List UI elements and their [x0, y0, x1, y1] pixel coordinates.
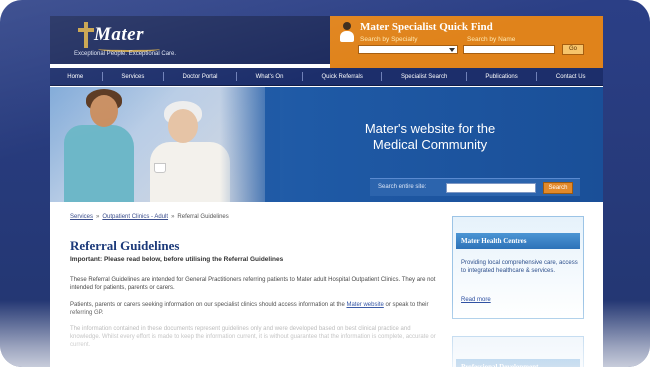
hero-headline: Mater's website for the Medical Communit…: [320, 121, 540, 153]
name-search-input[interactable]: [463, 45, 555, 54]
nav-services[interactable]: Services: [117, 74, 148, 80]
breadcrumb-outpatient-clinics[interactable]: Outpatient Clinics - Adult: [102, 214, 168, 220]
nav-divider: [536, 72, 538, 81]
important-notice: Important: Please read below, before uti…: [70, 256, 284, 263]
logo-name: Mater: [94, 24, 144, 45]
nav-divider: [465, 72, 467, 81]
nav-doctor-portal[interactable]: Doctor Portal: [178, 74, 221, 80]
page-title: Referral Guidelines: [70, 238, 180, 253]
breadcrumb-current: Referral Guidelines: [177, 214, 229, 220]
site-search-bar: Search entire site: Search: [370, 178, 580, 196]
hero-line-1: Mater's website for the: [364, 121, 496, 136]
specialty-label: Search by Specialty: [360, 36, 418, 43]
browser-page: Mater Exceptional People. Exceptional Ca…: [50, 16, 603, 367]
professional-development-heading[interactable]: Professional Development: [456, 359, 580, 367]
nav-home[interactable]: Home: [63, 74, 87, 80]
read-more-link[interactable]: Read more: [461, 297, 491, 303]
nav-specialist-search[interactable]: Specialist Search: [397, 74, 451, 80]
specialist-quick-find: Mater Specialist Quick Find Search by Sp…: [330, 16, 603, 68]
site-search-input[interactable]: [446, 183, 536, 193]
site-search-label: Search entire site:: [378, 184, 427, 190]
specialty-select[interactable]: [358, 45, 458, 54]
site-header: Mater Exceptional People. Exceptional Ca…: [50, 16, 603, 68]
cross-icon: [76, 22, 96, 48]
nav-divider: [162, 72, 164, 81]
nav-divider: [301, 72, 303, 81]
health-centres-panel: Mater Health Centres Providing local com…: [452, 216, 584, 319]
nav-publications[interactable]: Publications: [481, 74, 521, 80]
hero-line-2: Medical Community: [372, 137, 488, 152]
mater-logo[interactable]: Mater Exceptional People. Exceptional Ca…: [60, 20, 210, 60]
health-centres-heading[interactable]: Mater Health Centres: [456, 233, 580, 249]
quick-find-go-button[interactable]: Go: [562, 44, 584, 55]
nav-divider: [101, 72, 103, 81]
nav-divider: [381, 72, 383, 81]
professional-development-panel: Professional Development: [452, 336, 584, 367]
logo-tagline: Exceptional People. Exceptional Care.: [74, 51, 177, 57]
health-centres-text: Providing local comprehensive care, acce…: [461, 260, 578, 274]
name-label: Search by Name: [467, 36, 516, 43]
site-search-button[interactable]: Search: [543, 182, 573, 194]
nav-quick-referrals[interactable]: Quick Referrals: [318, 74, 367, 80]
mater-website-link[interactable]: Mater website: [346, 302, 383, 308]
breadcrumb: Services» Outpatient Clinics - Adult» Refe…: [70, 214, 229, 220]
doctor-icon: [340, 22, 354, 42]
device-frame: Mater Exceptional People. Exceptional Ca…: [0, 0, 650, 367]
disclaimer-paragraph: The information contained in these docum…: [70, 326, 436, 348]
chevron-down-icon: [449, 48, 455, 52]
intro-paragraph: These Referral Guidelines are intended f…: [70, 277, 436, 291]
patients-paragraph: Patients, parents or carers seeking info…: [70, 302, 429, 316]
hero-banner: Mater's website for the Medical Communit…: [50, 87, 603, 202]
nav-contact-us[interactable]: Contact Us: [552, 74, 590, 80]
main-nav: Home Services Doctor Portal What's On Qu…: [50, 68, 603, 86]
nav-divider: [236, 72, 238, 81]
breadcrumb-services[interactable]: Services: [70, 214, 93, 220]
nav-whats-on[interactable]: What's On: [252, 74, 288, 80]
quick-find-title: Mater Specialist Quick Find: [360, 21, 493, 33]
